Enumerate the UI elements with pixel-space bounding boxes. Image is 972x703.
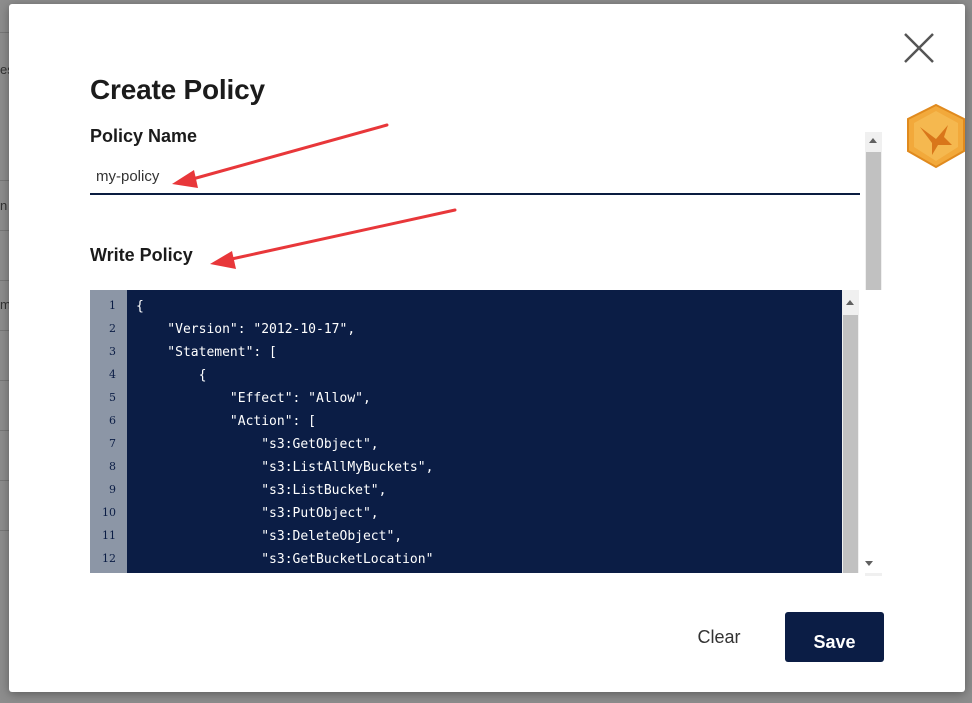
code-line[interactable]: { (136, 299, 144, 314)
line-number: 7 (109, 437, 116, 450)
code-line[interactable]: { (136, 368, 207, 383)
line-number: 9 (109, 483, 116, 496)
side-badge[interactable] (902, 101, 972, 183)
line-number: 6 (109, 414, 116, 427)
code-line[interactable]: "s3:ListBucket", (136, 483, 386, 498)
create-policy-dialog: Create Policy Policy Name Write Policy 1… (9, 4, 965, 692)
code-line[interactable]: "s3:GetBucketLocation" (136, 552, 433, 567)
code-line[interactable]: "s3:ListAllMyBuckets", (136, 460, 433, 475)
close-button[interactable] (899, 28, 939, 68)
code-line[interactable]: "s3:GetObject", (136, 437, 378, 452)
code-line[interactable]: "Action": [ (136, 414, 316, 429)
background-fragment: n (0, 198, 8, 213)
line-number: 3 (109, 345, 116, 358)
line-number-gutter: 1 2 3 4 5 6 7 8 9 10 11 12 (90, 290, 127, 573)
annotation-arrow-icon (210, 208, 457, 269)
dialog-title: Create Policy (90, 74, 265, 105)
policy-code-editor[interactable]: 1 2 3 4 5 6 7 8 9 10 11 12 { "Version": … (90, 290, 883, 573)
save-button[interactable]: Save (785, 612, 884, 662)
scroll-down-arrow-icon[interactable] (865, 561, 873, 566)
outer-scrollbar-bottom[interactable] (859, 290, 883, 573)
scroll-up-arrow-icon[interactable] (869, 138, 877, 143)
editor-scrollbar[interactable] (842, 290, 859, 573)
code-line[interactable]: "Version": "2012-10-17", (136, 322, 355, 337)
line-number: 12 (102, 552, 116, 565)
write-policy-label: Write Policy (90, 245, 193, 265)
line-number: 10 (102, 506, 116, 519)
code-line[interactable]: "Effect": "Allow", (136, 391, 371, 406)
line-number: 11 (102, 529, 116, 542)
close-icon (904, 33, 934, 63)
line-number: 2 (109, 322, 116, 335)
policy-name-label: Policy Name (90, 126, 198, 146)
scrollbar-thumb[interactable] (843, 315, 858, 573)
code-line[interactable]: "Statement": [ (136, 345, 277, 360)
policy-name-input[interactable] (90, 159, 860, 195)
line-number: 4 (109, 368, 116, 381)
clear-button[interactable]: Clear (679, 622, 759, 652)
code-line[interactable]: "s3:DeleteObject", (136, 529, 402, 544)
line-number: 1 (109, 299, 116, 312)
hummingbird-badge-icon (907, 103, 965, 169)
line-number: 5 (109, 391, 116, 404)
line-number: 8 (109, 460, 116, 473)
scroll-up-arrow-icon[interactable] (846, 300, 854, 305)
code-line[interactable]: "s3:PutObject", (136, 506, 378, 521)
